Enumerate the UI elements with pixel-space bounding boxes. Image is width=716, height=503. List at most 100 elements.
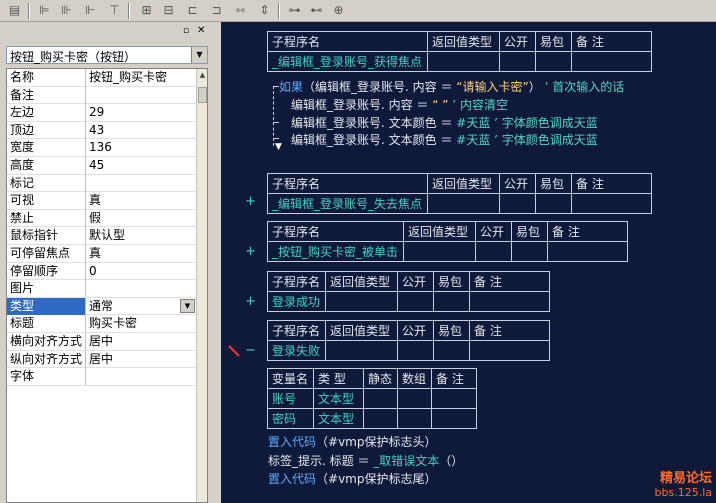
sub-cell[interactable] — [547, 241, 628, 262]
scroll-thumb[interactable] — [198, 87, 207, 103]
sub-cell[interactable] — [433, 291, 470, 312]
sub-cell[interactable] — [469, 291, 550, 312]
property-value[interactable] — [87, 368, 197, 385]
var-cell[interactable] — [397, 388, 432, 409]
property-value[interactable]: 0 — [87, 263, 197, 280]
property-value[interactable]: 居中 — [87, 351, 197, 368]
property-row-cursor[interactable]: 鼠标指针 默认型 — [7, 227, 197, 245]
property-value[interactable] — [87, 280, 197, 297]
property-row-note[interactable]: 备注 — [7, 86, 197, 105]
code-line[interactable]: 编辑框_登录账号. 文本颜色 ＝ #天蓝 ’ 字体颜色调成天蓝 — [291, 114, 598, 131]
form-icon[interactable]: ▤ — [6, 2, 23, 19]
sub-cell[interactable] — [535, 193, 572, 214]
var-name[interactable]: 密码 — [267, 408, 314, 429]
code-line[interactable]: 编辑框_登录账号. 文本颜色 ＝ #天蓝 ’ 字体颜色调成天蓝 — [291, 131, 598, 148]
sub-cell[interactable] — [325, 340, 398, 361]
sub-cell[interactable] — [397, 291, 434, 312]
property-value[interactable] — [87, 87, 197, 104]
sub-name[interactable]: 登录失败 — [267, 340, 326, 361]
property-row-visible[interactable]: 可视真 — [7, 192, 197, 210]
sub-cell[interactable] — [403, 241, 476, 262]
breakpoint-icon[interactable] — [227, 344, 241, 358]
expand-icon[interactable]: + — [245, 194, 256, 209]
property-row-disabled[interactable]: 禁止假 — [7, 209, 197, 228]
align-center-icon[interactable]: ⊪ — [58, 2, 75, 19]
align-top-icon[interactable]: ⊤ — [106, 2, 123, 19]
property-row-caption[interactable]: 标题 购买卡密 — [7, 315, 197, 333]
property-row-font[interactable]: 字体 — [7, 368, 197, 386]
property-value[interactable]: 居中 — [87, 333, 197, 350]
sub-cell[interactable] — [475, 241, 512, 262]
expand-icon[interactable]: + — [245, 294, 256, 309]
center-v-icon[interactable]: ⊷ — [308, 2, 325, 19]
property-value[interactable]: 真 — [87, 192, 197, 209]
component-selector[interactable]: 按钮_购买卡密（按钮） ▼ — [6, 46, 208, 64]
center-both-icon[interactable]: ⊕ — [330, 2, 347, 19]
code-editor[interactable]: 子程序名 返回值类型 公开 易包 备 注 _编辑框_登录账号_获得焦点 ▼ 如果… — [221, 22, 716, 503]
property-row-left[interactable]: 左边 29 — [7, 104, 197, 122]
align-bottom-icon[interactable]: ⊟ — [160, 2, 177, 19]
chevron-down-icon[interactable]: ▼ — [191, 47, 207, 63]
property-row-v-align[interactable]: 纵向对齐方式 居中 — [7, 350, 197, 369]
property-row-top[interactable]: 顶边 43 — [7, 121, 197, 140]
same-height-icon[interactable]: ⊐ — [208, 2, 225, 19]
var-type[interactable]: 文本型 — [313, 388, 364, 409]
collapse-icon[interactable]: − — [245, 343, 256, 358]
code-line[interactable]: 置入代码（#vmp保护标志头） — [268, 433, 436, 450]
var-cell[interactable] — [431, 408, 477, 429]
h-space-icon[interactable]: ⇿ — [232, 2, 249, 19]
code-line[interactable]: 置入代码（#vmp保护标志尾） — [268, 470, 436, 487]
code-line[interactable]: 标签_提示. 标题 ＝ _取错误文本（） — [268, 452, 463, 469]
property-value[interactable]: 真 — [87, 245, 197, 262]
pin-icon[interactable]: ▫ — [183, 26, 193, 36]
v-space-icon[interactable]: ⇕ — [256, 2, 273, 19]
same-width-icon[interactable]: ⊏ — [184, 2, 201, 19]
close-icon[interactable]: ✕ — [197, 26, 207, 36]
scroll-up-icon[interactable]: ▲ — [197, 69, 207, 81]
code-line[interactable]: 如果（编辑框_登录账号. 内容 ＝ “请输入卡密”） ’ 首次输入的话 — [279, 78, 624, 95]
property-value[interactable]: 购买卡密 — [87, 315, 197, 332]
sub-cell[interactable] — [499, 193, 536, 214]
align-left-icon[interactable]: ⊫ — [36, 2, 53, 19]
property-value[interactable]: 136 — [87, 139, 197, 156]
chevron-down-icon[interactable]: ▼ — [180, 298, 195, 313]
sub-cell[interactable] — [325, 291, 398, 312]
property-row-height[interactable]: 高度 45 — [7, 157, 197, 175]
sub-cell[interactable] — [469, 340, 550, 361]
property-value[interactable]: 45 — [87, 157, 197, 174]
sub-cell[interactable] — [433, 340, 470, 361]
var-cell[interactable] — [431, 388, 477, 409]
property-row-type[interactable]: 类型 通常 ▼ — [7, 297, 197, 316]
sub-name[interactable]: _编辑框_登录账号_获得焦点 — [267, 51, 428, 72]
sub-name[interactable]: _编辑框_登录账号_失去焦点 — [267, 193, 428, 214]
property-value[interactable]: 默认型 — [87, 227, 197, 244]
align-right-icon[interactable]: ⊩ — [82, 2, 99, 19]
property-value[interactable]: 按钮_购买卡密 — [87, 69, 197, 86]
property-row-tab-order[interactable]: 停留顺序 0 — [7, 262, 197, 281]
property-row-h-align[interactable]: 横向对齐方式 居中 — [7, 333, 197, 351]
sub-cell[interactable] — [535, 51, 572, 72]
sub-cell[interactable] — [427, 51, 500, 72]
property-row-name[interactable]: 名称 按钮_购买卡密 — [7, 69, 197, 87]
property-value[interactable]: 假 — [87, 210, 197, 227]
code-line[interactable]: 编辑框_登录账号. 内容 ＝ “ ” ’ 内容清空 — [291, 96, 508, 113]
center-h-icon[interactable]: ⊶ — [286, 2, 303, 19]
property-scrollbar[interactable]: ▲ — [196, 69, 207, 502]
property-row-width[interactable]: 宽度 136 — [7, 139, 197, 157]
sub-cell[interactable] — [499, 51, 536, 72]
expand-icon[interactable]: + — [245, 244, 256, 259]
property-value[interactable]: 29 — [87, 104, 197, 121]
var-cell[interactable] — [363, 388, 398, 409]
sub-cell[interactable] — [511, 241, 548, 262]
property-row-focusable[interactable]: 可停留焦点真 — [7, 245, 197, 263]
var-type[interactable]: 文本型 — [313, 408, 364, 429]
sub-cell[interactable] — [571, 193, 652, 214]
var-cell[interactable] — [363, 408, 398, 429]
align-middle-icon[interactable]: ⊞ — [138, 2, 155, 19]
sub-cell[interactable] — [571, 51, 652, 72]
sub-cell[interactable] — [427, 193, 500, 214]
sub-cell[interactable] — [397, 340, 434, 361]
sub-name[interactable]: 登录成功 — [267, 291, 326, 312]
property-row-tag[interactable]: 标记 — [7, 174, 197, 193]
var-name[interactable]: 账号 — [267, 388, 314, 409]
